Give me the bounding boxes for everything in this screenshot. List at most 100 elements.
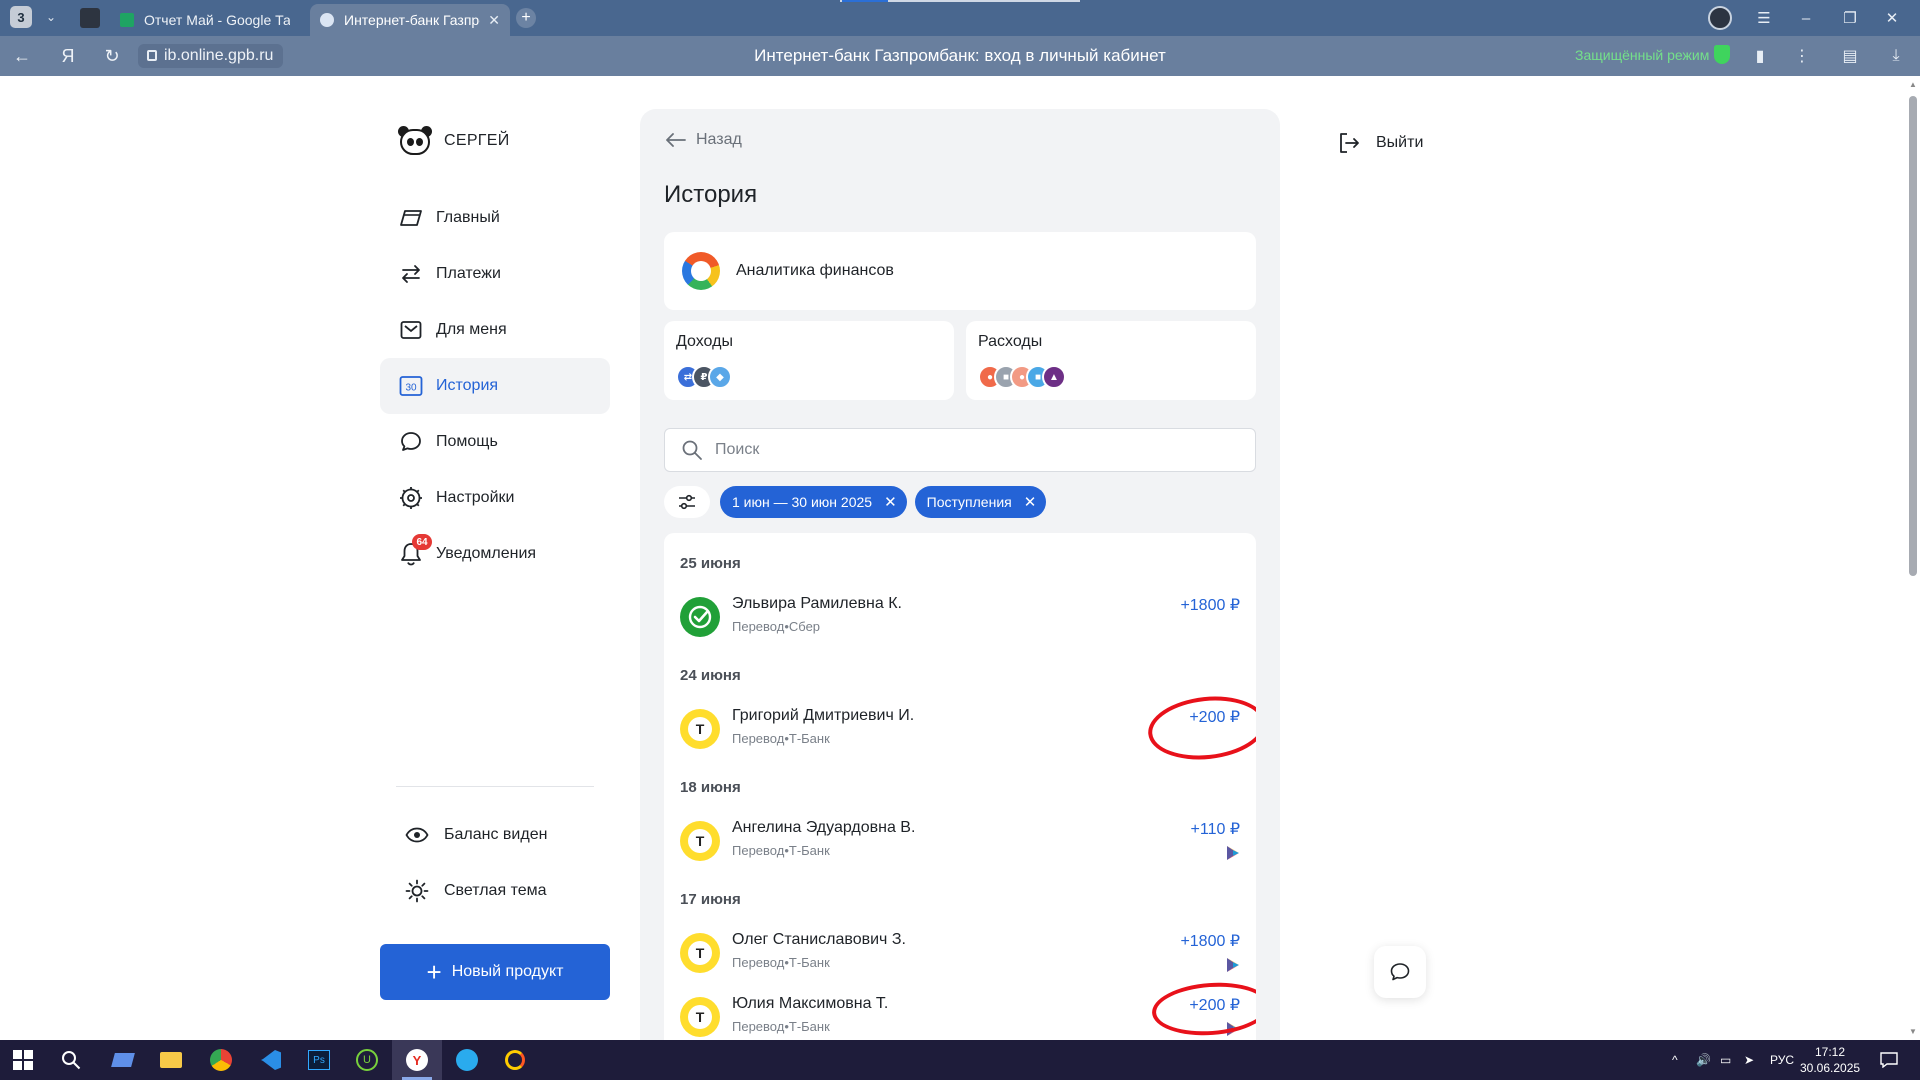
income-card[interactable]: Доходы ⇄ ₽ ◆ bbox=[664, 321, 954, 400]
search-icon[interactable] bbox=[58, 1048, 84, 1072]
tab-label: Интернет-банк Газпро bbox=[344, 12, 481, 28]
back-link[interactable]: Назад bbox=[666, 131, 742, 149]
filter-settings-button[interactable] bbox=[664, 486, 710, 518]
date-range-chip[interactable]: 1 июн — 30 июн 2025 ✕ bbox=[720, 486, 907, 518]
menu-icon[interactable]: ☰ bbox=[1752, 6, 1776, 30]
photoshop-icon[interactable]: Ps bbox=[306, 1048, 332, 1072]
url-field[interactable]: ib.online.gpb.ru bbox=[138, 44, 284, 68]
balance-visibility-toggle[interactable]: Баланс виден bbox=[404, 820, 547, 850]
new-product-button[interactable]: + Новый продукт bbox=[380, 944, 610, 1000]
yandex-browser-icon[interactable]: Y bbox=[404, 1048, 430, 1072]
tab-google-sheets[interactable]: Отчет Май - Google Табл bbox=[110, 4, 300, 36]
vscode-icon[interactable] bbox=[258, 1048, 284, 1072]
sun-icon bbox=[404, 878, 430, 904]
sidebar-item-notifications[interactable]: 64 Уведомления bbox=[380, 526, 610, 582]
support-chat-button[interactable] bbox=[1374, 946, 1426, 998]
protected-mode-label[interactable]: Защищённый режим bbox=[1575, 47, 1709, 63]
logout-label: Выйти bbox=[1376, 134, 1424, 151]
sidebar-item-history[interactable]: 30 История bbox=[380, 358, 610, 414]
sender-name: Олег Станиславович З. bbox=[732, 931, 906, 948]
sidebar-item-label: История bbox=[436, 377, 499, 394]
language-indicator[interactable]: РУС bbox=[1770, 1040, 1794, 1080]
bookmark-icon[interactable]: ▮ bbox=[1750, 46, 1770, 66]
sidebar: СЕРГЕЙ Главный Платежи Для меня 30 Истор… bbox=[380, 76, 610, 1040]
shield-icon[interactable] bbox=[1714, 45, 1730, 64]
transaction-row[interactable]: Т Ангелина Эдуардовна В. Перевод•Т-Банк … bbox=[680, 817, 1240, 867]
sidebar-item-for-me[interactable]: Для меня bbox=[380, 302, 610, 358]
tab-list-chevron-icon[interactable]: ⌄ bbox=[40, 6, 62, 28]
utorrent-icon[interactable]: U bbox=[354, 1048, 380, 1072]
lock-icon bbox=[147, 50, 157, 61]
notifications-icon[interactable] bbox=[1880, 1040, 1898, 1080]
transaction-subtitle: Перевод•Т-Банк bbox=[732, 955, 830, 970]
tbank-logo-icon: Т bbox=[680, 821, 720, 861]
downloads-icon[interactable]: ⤓ bbox=[1886, 46, 1906, 66]
telegram-tray-icon[interactable]: ➤ bbox=[1744, 1040, 1754, 1080]
back-arrow-icon[interactable]: ← bbox=[10, 44, 34, 68]
envelope-icon bbox=[398, 317, 424, 343]
clock-time: 17:12 bbox=[1814, 1045, 1846, 1059]
new-tab-button[interactable]: + bbox=[516, 8, 536, 28]
os-taskbar: Ps U Y ^ 🔊 ▭ ➤ РУС 17:12 30.06.2025 bbox=[0, 1040, 1920, 1080]
transaction-amount: +110 ₽ bbox=[1190, 821, 1240, 838]
scroll-down-icon[interactable]: ▼ bbox=[1908, 1027, 1918, 1036]
sidebar-item-main[interactable]: Главный bbox=[380, 190, 610, 246]
tab-counter[interactable]: 3 bbox=[10, 6, 32, 28]
date-header: 24 июня bbox=[680, 667, 741, 684]
transaction-subtitle: Перевод•Сбер bbox=[732, 619, 821, 634]
collections-icon[interactable]: ▤ bbox=[1840, 46, 1860, 66]
sidebar-item-help[interactable]: Помощь bbox=[380, 414, 610, 470]
eye-icon bbox=[404, 822, 430, 848]
history-panel: Назад История Аналитика финансов Доходы … bbox=[640, 109, 1280, 1040]
expense-card[interactable]: Расходы ● ■ ● ■ ▲ bbox=[966, 321, 1256, 400]
tab-gpb-active[interactable]: Интернет-банк Газпро ✕ bbox=[310, 4, 510, 36]
yandex-icon[interactable]: Я bbox=[56, 44, 80, 68]
minimize-icon[interactable]: – bbox=[1794, 6, 1818, 30]
page-scrollbar[interactable]: ▲ ▼ bbox=[1906, 76, 1920, 1040]
pinned-tab[interactable] bbox=[80, 8, 100, 28]
more-icon[interactable]: ⋮ bbox=[1792, 46, 1812, 66]
sheets-icon bbox=[120, 13, 134, 27]
transaction-subtitle: Перевод•Т-Банк bbox=[732, 1019, 830, 1034]
system-clock[interactable]: 17:12 30.06.2025 bbox=[1800, 1044, 1860, 1076]
analytics-ring-icon bbox=[682, 252, 720, 290]
scroll-up-icon[interactable]: ▲ bbox=[1908, 80, 1918, 89]
user-profile[interactable]: СЕРГЕЙ bbox=[398, 126, 510, 156]
file-explorer-icon[interactable] bbox=[158, 1048, 184, 1072]
tab-close-icon[interactable]: ✕ bbox=[488, 12, 500, 29]
network-icon[interactable]: ▭ bbox=[1720, 1040, 1731, 1080]
income-label: Доходы bbox=[676, 333, 733, 350]
tray-chevron-icon[interactable]: ^ bbox=[1672, 1040, 1678, 1080]
transaction-amount: +1800 ₽ bbox=[1180, 597, 1240, 614]
logout-button[interactable]: Выйти bbox=[1338, 132, 1423, 154]
yandex-music-icon[interactable] bbox=[502, 1048, 528, 1072]
search-input[interactable] bbox=[715, 441, 1235, 459]
windows-start-icon[interactable] bbox=[10, 1048, 36, 1072]
analytics-label: Аналитика финансов bbox=[736, 262, 894, 279]
volume-icon[interactable]: 🔊 bbox=[1696, 1040, 1711, 1080]
sender-name: Григорий Дмитриевич И. bbox=[732, 707, 915, 724]
app-icon[interactable] bbox=[110, 1048, 136, 1072]
scrollbar-thumb[interactable] bbox=[1909, 96, 1917, 576]
theme-toggle[interactable]: Светлая тема bbox=[404, 876, 547, 906]
page-title: Интернет-банк Газпромбанк: вход в личный… bbox=[754, 46, 1166, 65]
telegram-icon[interactable] bbox=[454, 1048, 480, 1072]
transaction-subtitle: Перевод•Т-Банк bbox=[732, 731, 830, 746]
transaction-subtitle: Перевод•Т-Банк bbox=[732, 843, 830, 858]
reload-icon[interactable]: ↻ bbox=[100, 44, 124, 68]
profile-avatar[interactable] bbox=[1708, 6, 1732, 30]
analytics-card[interactable]: Аналитика финансов bbox=[664, 232, 1256, 310]
search-field[interactable] bbox=[664, 428, 1256, 472]
restore-icon[interactable]: ❐ bbox=[1838, 6, 1862, 30]
transaction-row[interactable]: Т Олег Станиславович З. Перевод•Т-Банк +… bbox=[680, 929, 1240, 979]
type-chip[interactable]: Поступления ✕ bbox=[914, 486, 1047, 518]
transaction-row[interactable]: Эльвира Рамилевна К. Перевод•Сбер +1800 … bbox=[680, 593, 1240, 643]
remove-type-filter-icon[interactable]: ✕ bbox=[1024, 493, 1037, 511]
chrome-icon[interactable] bbox=[208, 1048, 234, 1072]
sidebar-item-payments[interactable]: Платежи bbox=[380, 246, 610, 302]
remove-date-filter-icon[interactable]: ✕ bbox=[884, 493, 897, 511]
close-window-icon[interactable]: ✕ bbox=[1880, 6, 1904, 30]
search-icon bbox=[682, 440, 702, 460]
sber-logo-icon bbox=[680, 597, 720, 637]
sidebar-item-settings[interactable]: Настройки bbox=[380, 470, 610, 526]
